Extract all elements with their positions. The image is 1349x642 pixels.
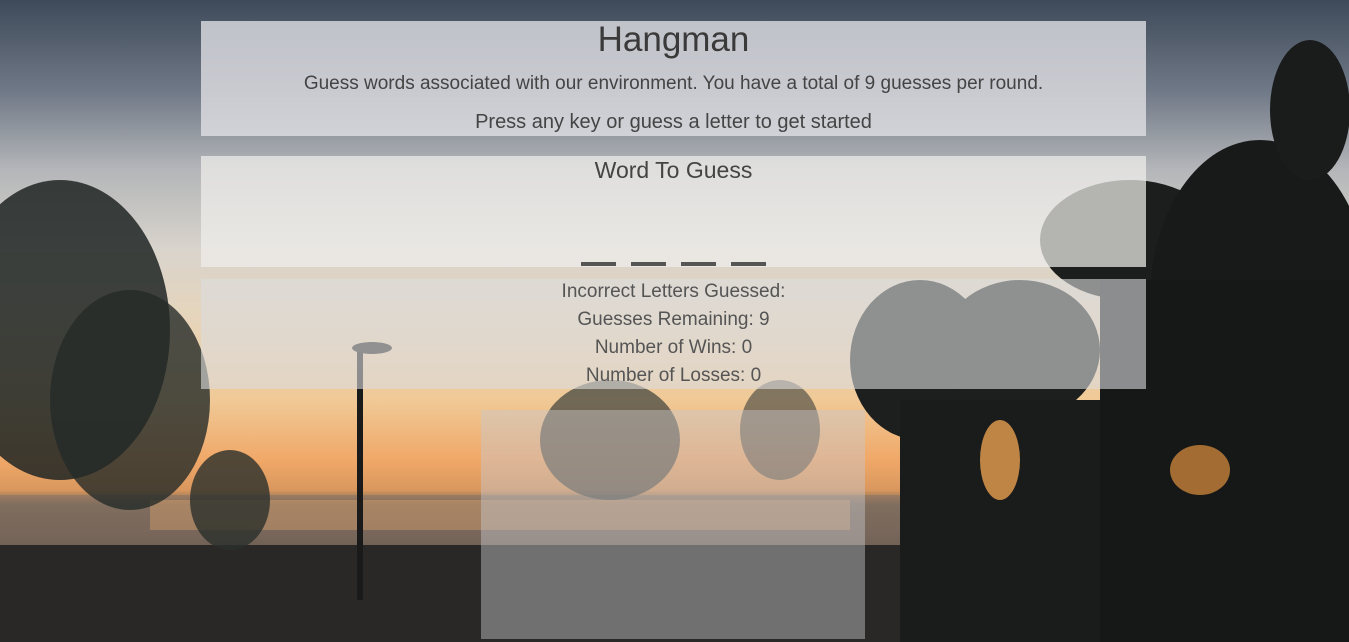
game-title: Hangman bbox=[597, 20, 750, 59]
word-blanks bbox=[581, 262, 771, 267]
guesses-remaining: Guesses Remaining: 9 bbox=[577, 309, 770, 330]
game-instructions: Guess words associated with our environm… bbox=[303, 73, 1044, 94]
hangman-image-panel bbox=[481, 410, 865, 639]
letter-blank bbox=[731, 262, 766, 266]
start-prompt: Press any key or guess a letter to get s… bbox=[475, 111, 872, 133]
losses-count: Number of Losses: 0 bbox=[585, 365, 762, 386]
letter-blank bbox=[631, 262, 666, 266]
letter-blank bbox=[681, 262, 716, 266]
word-to-guess-heading: Word To Guess bbox=[594, 157, 753, 183]
letter-blank bbox=[581, 262, 616, 266]
wins-count: Number of Wins: 0 bbox=[594, 337, 753, 358]
incorrect-letters-label: Incorrect Letters Guessed: bbox=[561, 281, 786, 302]
